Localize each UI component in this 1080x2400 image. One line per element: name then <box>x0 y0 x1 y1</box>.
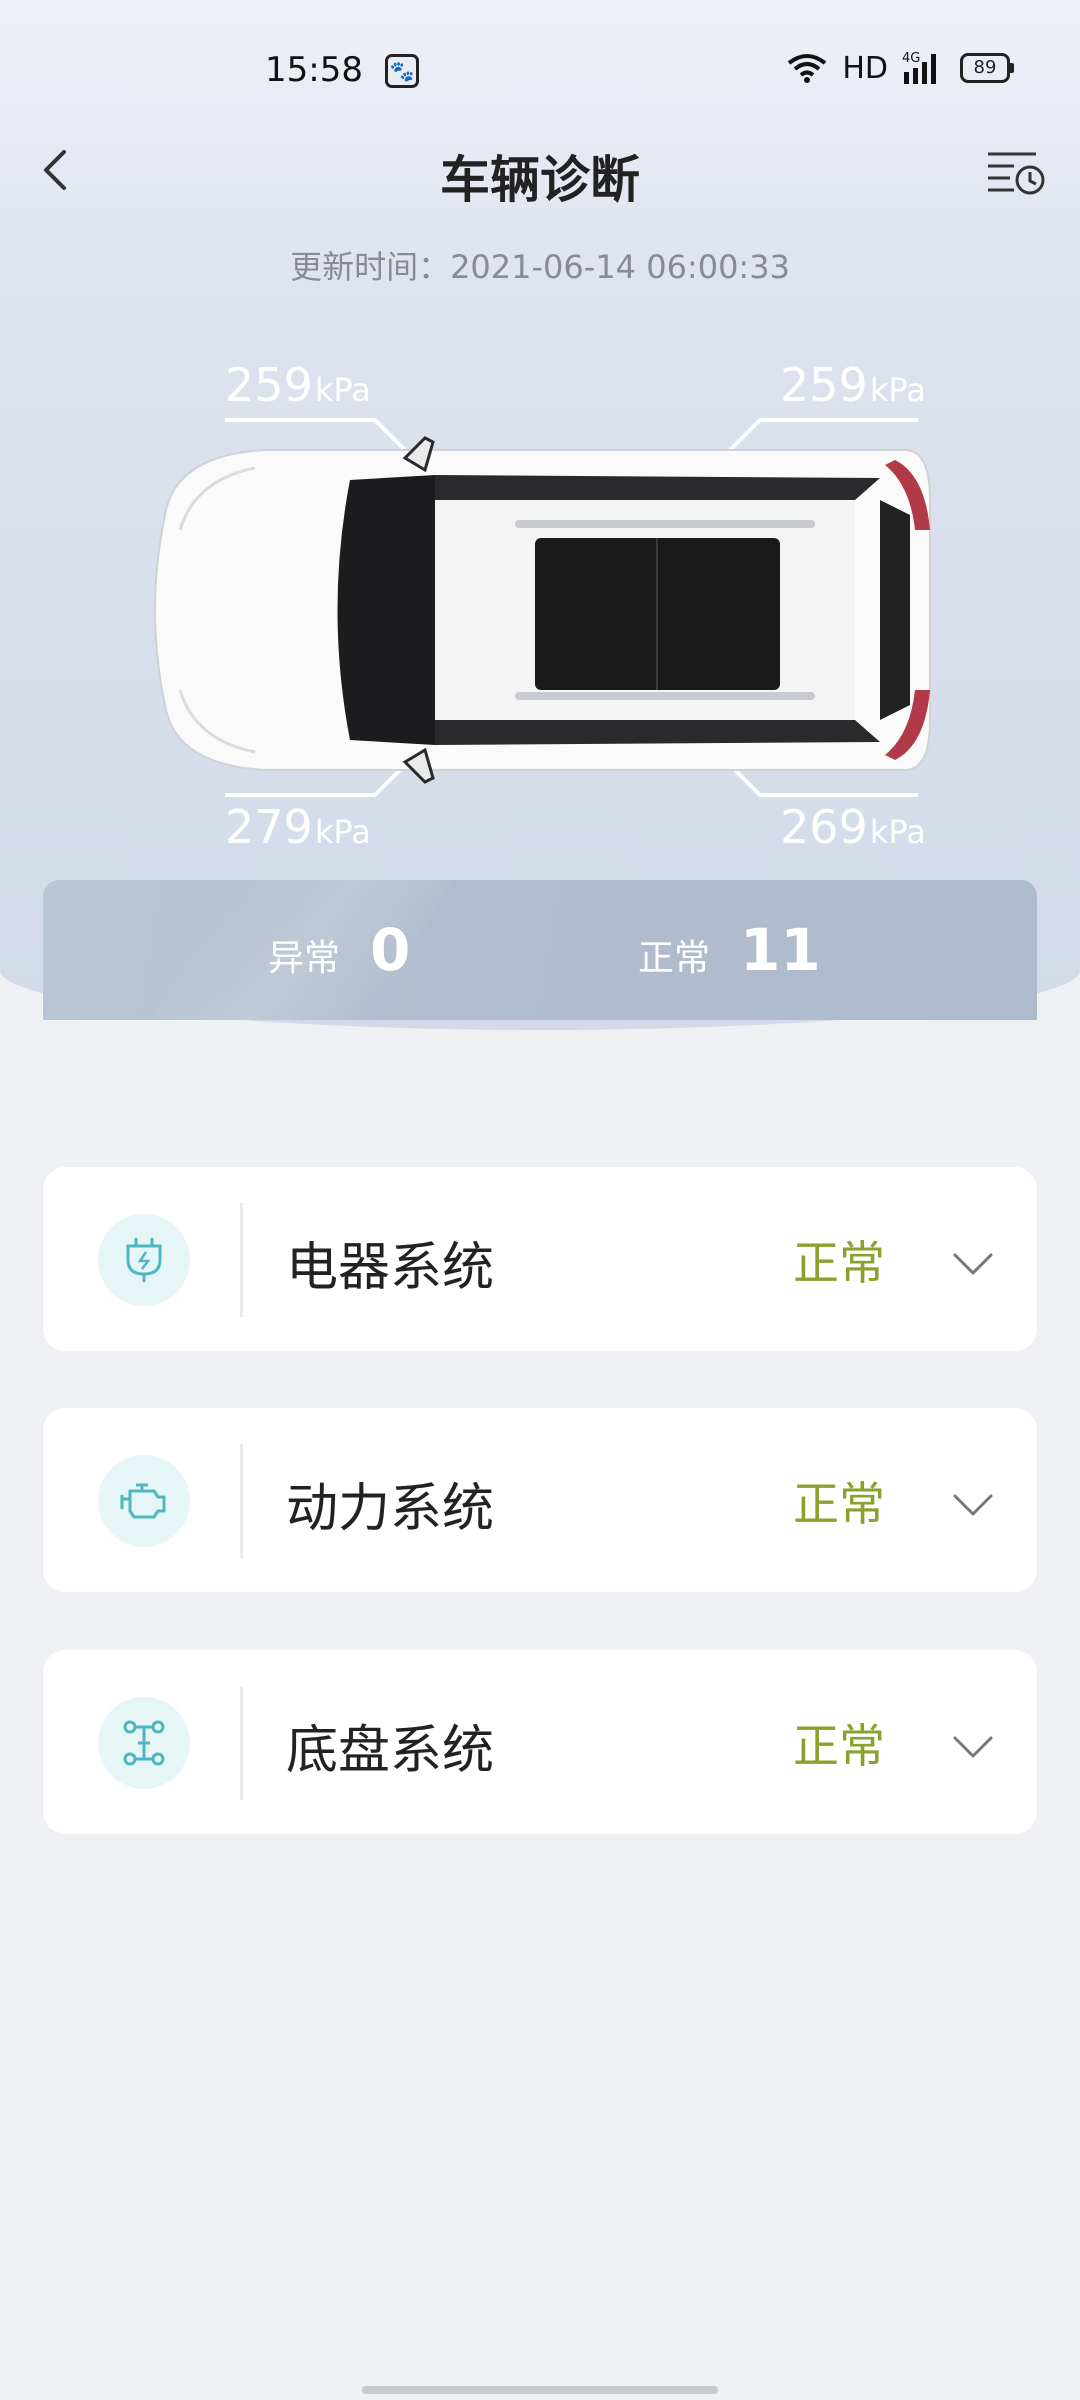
system-status: 正常 <box>793 1236 885 1290</box>
status-time: 15:58 <box>265 50 363 90</box>
history-list-icon <box>988 152 1045 195</box>
system-card-powertrain[interactable]: 动力系统 正常 <box>43 1408 1037 1592</box>
normal-count: 11 <box>740 916 821 984</box>
battery-icon: 89 <box>960 53 1014 83</box>
abnormal-label: 异常 <box>268 938 341 979</box>
tire-pressure-rear-left: 279kPa <box>225 800 371 854</box>
system-label: 动力系统 <box>286 1479 495 1539</box>
chassis-icon <box>98 1697 190 1789</box>
system-label: 电器系统 <box>286 1238 495 1298</box>
chevron-down-icon[interactable] <box>949 1728 997 1764</box>
history-button[interactable] <box>980 140 1050 200</box>
system-status: 正常 <box>793 1477 885 1531</box>
tire-pressure-rear-right: 269kPa <box>780 800 926 854</box>
system-label: 底盘系统 <box>286 1721 495 1781</box>
system-status: 正常 <box>793 1719 885 1773</box>
engine-icon <box>98 1455 190 1547</box>
tire-pressure-front-left: 259kPa <box>225 358 371 412</box>
normal-summary: 正常 11 <box>638 916 821 984</box>
status-bar: 15:58 🐾 HD 4G 89 <box>0 0 1080 140</box>
signal-icon: 4G <box>902 50 946 86</box>
system-card-chassis[interactable]: 底盘系统 正常 <box>43 1650 1037 1834</box>
chevron-down-icon[interactable] <box>949 1486 997 1522</box>
status-indicators: HD 4G 89 <box>786 50 1014 86</box>
page-title: 车辆诊断 <box>440 151 640 209</box>
svg-text:4G: 4G <box>902 51 920 66</box>
abnormal-count: 0 <box>370 916 411 984</box>
normal-label: 正常 <box>638 938 711 979</box>
paw-icon: 🐾 <box>385 54 419 88</box>
home-indicator[interactable] <box>362 2386 718 2394</box>
system-card-electrical[interactable]: 电器系统 正常 <box>43 1167 1037 1351</box>
chevron-down-icon[interactable] <box>949 1245 997 1281</box>
abnormal-summary: 异常 0 <box>268 916 410 984</box>
update-time: 更新时间：2021-06-14 06:00:33 <box>290 248 790 286</box>
car-top-view-image <box>154 436 931 784</box>
diagnosis-summary-bar: 异常 0 正常 11 <box>43 880 1037 1020</box>
tire-pressure-front-right: 259kPa <box>780 358 926 412</box>
wifi-icon <box>786 52 828 84</box>
network-type: HD <box>842 50 888 86</box>
electric-plug-icon <box>98 1214 190 1306</box>
